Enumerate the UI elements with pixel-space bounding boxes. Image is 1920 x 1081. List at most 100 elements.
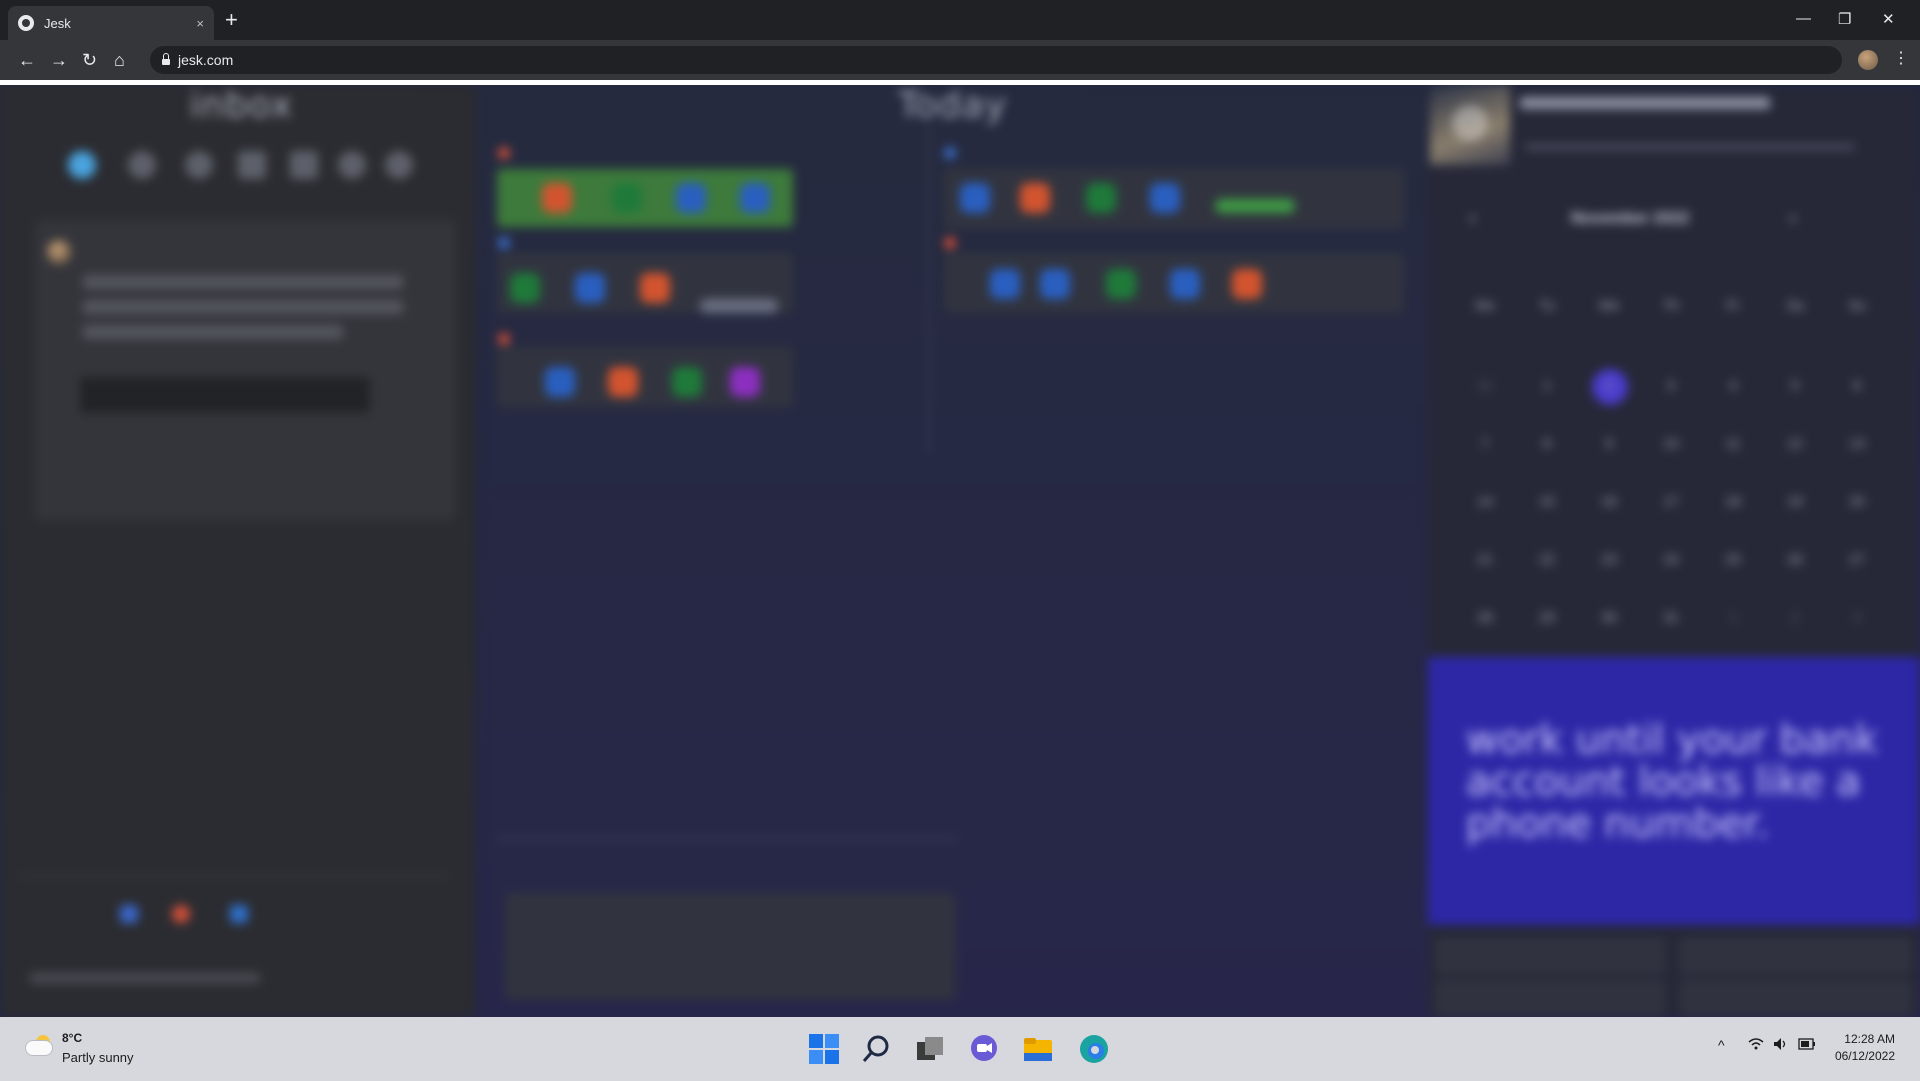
app-icon-word-4[interactable] [545,367,575,397]
facebook-icon[interactable] [185,151,213,179]
app-icon-word-6[interactable] [1150,183,1180,213]
app-icon-excel-3[interactable] [672,367,702,397]
calendar-day[interactable]: 15 [1527,493,1567,509]
calendar-day[interactable]: 1 [1713,609,1753,625]
app-icon-ppt-3[interactable] [608,367,638,397]
tab-close-icon[interactable]: × [196,16,204,31]
calendar-day[interactable]: 4 [1713,377,1753,393]
calendar-day[interactable]: 19 [1775,493,1815,509]
calendar-day[interactable]: 28 [1465,609,1505,625]
calendar-day[interactable]: 10 [1651,435,1691,451]
notes-box[interactable] [505,893,955,977]
app-icon-excel-2[interactable] [510,273,540,303]
calendar-day[interactable]: 12 [1775,435,1815,451]
message-card[interactable] [35,220,455,520]
calendar-day[interactable]: 2 [1589,377,1629,393]
calendar-day[interactable]: 30 [1589,609,1629,625]
search-icon[interactable] [860,1033,892,1065]
weather-condition[interactable]: Partly sunny [62,1050,134,1065]
app-icon-word-2[interactable] [740,183,770,213]
whatsapp-icon[interactable] [128,151,156,179]
calendar-day[interactable]: 16 [1589,493,1629,509]
video-thumbnail[interactable] [1430,85,1510,165]
action-button-3[interactable] [1435,980,1665,1016]
app-icon-word-1[interactable] [676,183,706,213]
section-2-pill[interactable] [700,299,778,313]
calendar-day[interactable]: 23 [1589,551,1629,567]
restore-button[interactable]: ❐ [1838,10,1851,28]
weather-temperature[interactable]: 8°C [62,1031,82,1045]
app-icon-word-7[interactable] [990,269,1020,299]
app-icon-ppt-4[interactable] [1020,183,1050,213]
calendar-day[interactable]: 3 [1837,609,1877,625]
notes-input[interactable] [505,971,955,999]
app-icon-onenote[interactable] [730,367,760,397]
wifi-icon[interactable] [1748,1037,1764,1054]
player-progress[interactable] [1525,145,1855,149]
file-explorer-icon[interactable] [1022,1033,1054,1065]
action-button-2[interactable] [1680,938,1912,974]
battery-icon[interactable] [1798,1037,1816,1053]
vk-icon[interactable] [238,151,266,179]
filter-red-icon[interactable] [172,905,190,923]
app-icon-ppt-1[interactable] [542,183,572,213]
app-icon-word-5[interactable] [960,183,990,213]
browser-menu-icon[interactable]: ⋮ [1893,49,1909,69]
play-icon[interactable] [1452,105,1488,141]
app-icon-excel-1[interactable] [612,183,642,213]
taskbar-clock[interactable]: 12:28 AM 06/12/2022 [1835,1031,1895,1065]
browser-tab-jesk[interactable]: Jesk × [8,6,214,40]
app-icon-excel-4[interactable] [1086,183,1116,213]
calendar-day[interactable]: 29 [1527,609,1567,625]
calendar-day[interactable]: 7 [1465,435,1505,451]
skype-icon[interactable] [385,151,413,179]
calendar-day[interactable]: 14 [1465,493,1505,509]
section-4-pill[interactable] [1215,199,1295,213]
profile-avatar-icon[interactable] [1858,50,1878,70]
close-window-button[interactable]: ✕ [1882,10,1895,28]
action-button-1[interactable] [1435,938,1665,974]
start-icon[interactable] [808,1033,840,1065]
calendar-day[interactable]: 22 [1527,551,1567,567]
calendar-day[interactable]: 5 [1775,377,1815,393]
app-icon-word-9[interactable] [1170,269,1200,299]
tray-overflow-icon[interactable]: ^ [1718,1037,1725,1053]
minimize-button[interactable]: — [1796,10,1811,27]
calendar-day[interactable]: 24 [1651,551,1691,567]
calendar-day[interactable]: 20 [1837,493,1877,509]
edge-browser-icon[interactable] [1078,1033,1110,1065]
calendar-day[interactable]: 31 [1465,377,1505,393]
filter-calendar-icon[interactable] [230,905,248,923]
back-button[interactable]: ← [18,50,36,70]
chat-icon[interactable] [968,1033,1000,1065]
mail-icon[interactable] [290,151,318,179]
task-view-icon[interactable] [914,1033,946,1065]
action-button-4[interactable] [1680,980,1912,1016]
calendar-day[interactable]: 1 [1527,377,1567,393]
instagram-icon[interactable] [338,151,366,179]
reload-button[interactable]: ↻ [82,50,97,70]
app-icon-word-3[interactable] [575,273,605,303]
calendar-day[interactable]: 8 [1527,435,1567,451]
calendar-day[interactable]: 31 [1651,609,1691,625]
app-icon-word-8[interactable] [1040,269,1070,299]
forward-button[interactable]: → [50,50,68,70]
calendar-day[interactable]: 27 [1837,551,1877,567]
app-icon-excel-5[interactable] [1106,269,1136,299]
volume-icon[interactable] [1773,1037,1789,1054]
calendar-day[interactable]: 18 [1713,493,1753,509]
calendar-day[interactable]: 26 [1775,551,1815,567]
app-icon-ppt-2[interactable] [640,273,670,303]
telegram-icon[interactable] [68,151,96,179]
home-button[interactable]: ⌂ [114,50,125,70]
weather-partly-sunny-icon[interactable] [24,1035,54,1055]
calendar-day[interactable]: 21 [1465,551,1505,567]
calendar-day[interactable]: 3 [1651,377,1691,393]
new-tab-button[interactable]: + [225,9,238,31]
filter-blue-icon[interactable] [120,905,138,923]
calendar-day[interactable]: 11 [1713,435,1753,451]
calendar-next-button[interactable]: › [1790,210,1795,228]
calendar-day[interactable]: 6 [1837,377,1877,393]
calendar-day[interactable]: 2 [1775,609,1815,625]
calendar-day[interactable]: 9 [1589,435,1629,451]
